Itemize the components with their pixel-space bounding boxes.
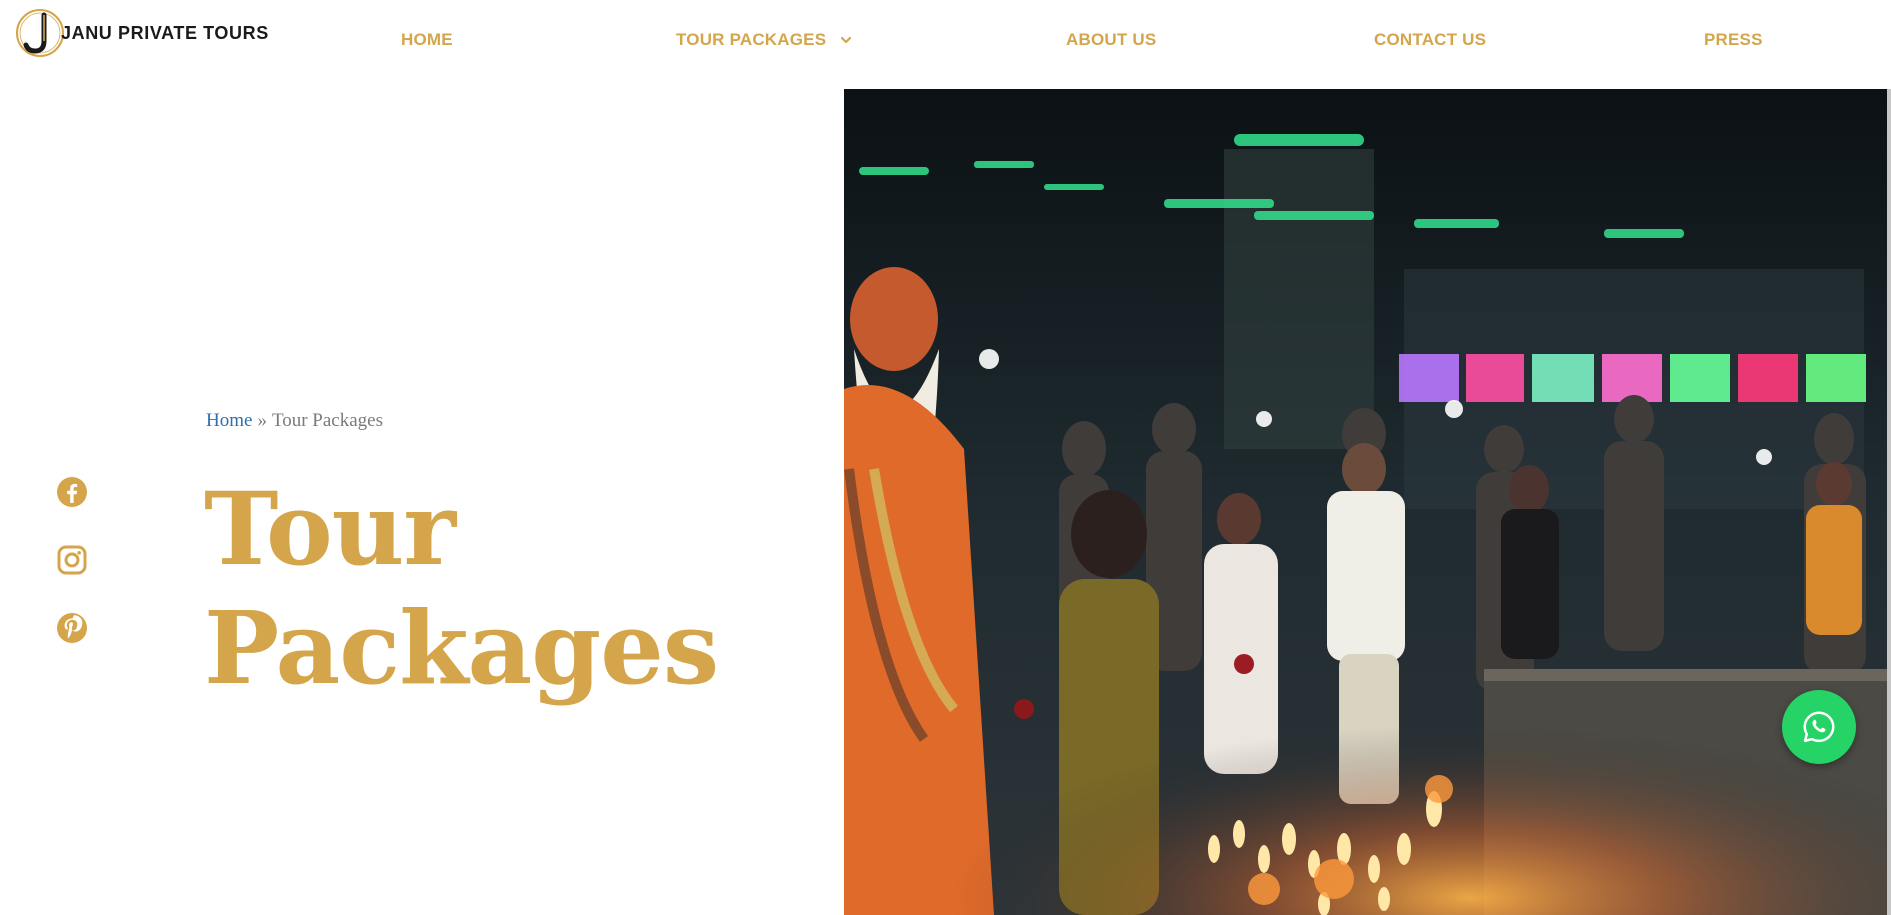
- hero-scene: [844, 89, 1887, 915]
- page-title-line-1: Tour: [204, 470, 456, 588]
- nav-item-about-us[interactable]: ABOUT US: [1066, 29, 1156, 51]
- chevron-down-icon: [841, 36, 852, 44]
- breadcrumb-separator: »: [257, 410, 267, 431]
- breadcrumb: Home» Tour Packages: [206, 410, 383, 432]
- nav-item-tour-packages-label: TOUR PACKAGES: [676, 30, 827, 49]
- pinterest-icon: [57, 613, 87, 643]
- nav-item-contact-us[interactable]: CONTACT US: [1374, 29, 1486, 51]
- facebook-link[interactable]: [56, 476, 88, 508]
- hero-image: [844, 89, 1887, 915]
- facebook-icon: [57, 477, 87, 507]
- page-title-line-2: Packages: [204, 589, 719, 707]
- whatsapp-icon: [1803, 711, 1835, 743]
- nav-item-home[interactable]: HOME: [401, 29, 453, 51]
- nav-item-press[interactable]: PRESS: [1704, 29, 1763, 51]
- site-header: JANU PRIVATE TOURS HOME TOUR PACKAGES AB…: [0, 0, 1891, 89]
- whatsapp-chat-button[interactable]: [1782, 690, 1856, 764]
- breadcrumb-current: Tour Packages: [271, 410, 383, 431]
- page-title: Tour Packages: [204, 470, 804, 708]
- nav-item-tour-packages[interactable]: TOUR PACKAGES: [676, 29, 852, 51]
- social-links: [56, 476, 90, 680]
- breadcrumb-home-link[interactable]: Home: [206, 410, 252, 431]
- main-nav: HOME TOUR PACKAGES ABOUT US CONTACT US P…: [0, 0, 1891, 80]
- pinterest-link[interactable]: [56, 612, 88, 644]
- scrollbar[interactable]: [1887, 0, 1891, 915]
- instagram-icon: [57, 545, 87, 575]
- instagram-link[interactable]: [56, 544, 88, 576]
